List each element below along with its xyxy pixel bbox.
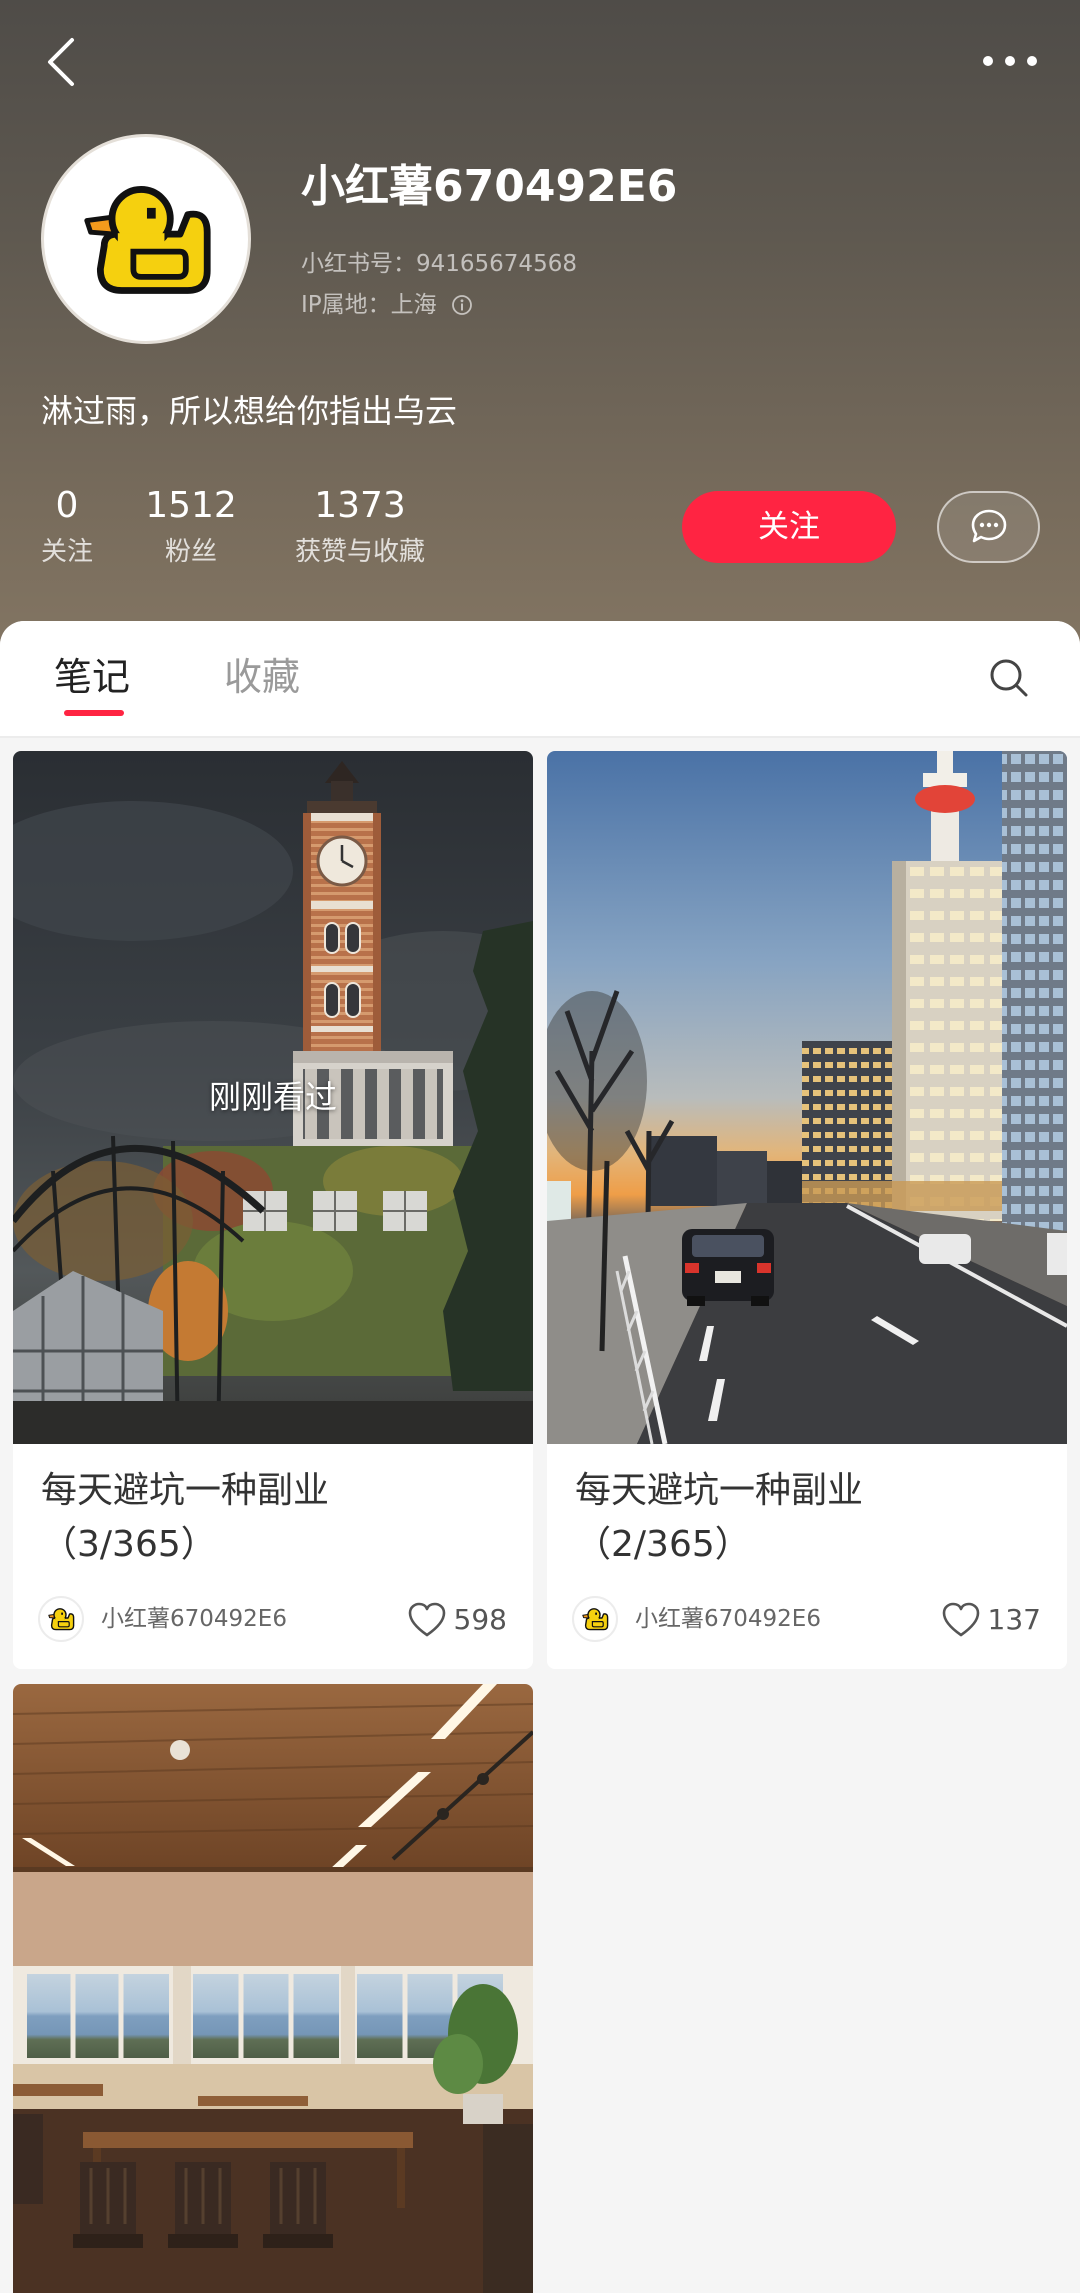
heart-icon [408, 1602, 445, 1637]
info-icon[interactable] [451, 294, 473, 316]
like-button[interactable]: 137 [942, 1600, 1041, 1640]
chevron-left-icon[interactable] [38, 32, 82, 92]
ip-location: IP属地：上海 [301, 292, 437, 318]
author-name[interactable]: 小红薯670492E6 [635, 1604, 821, 1634]
like-button[interactable]: 598 [408, 1600, 507, 1640]
follow-button[interactable]: 关注 [682, 491, 896, 563]
stat-label: 获赞与收藏 [294, 537, 425, 567]
heart-icon [942, 1602, 979, 1637]
search-icon[interactable] [986, 655, 1030, 699]
note-card[interactable] [13, 1684, 533, 2293]
ip-location-row: IP属地：上海 [301, 290, 473, 320]
tab-notes[interactable]: 笔记 [54, 651, 130, 703]
author-avatar[interactable] [38, 1596, 84, 1642]
author-avatar[interactable] [572, 1596, 618, 1642]
note-card[interactable]: 刚刚看过 每天避坑一种副业 （3/365） 小红薯670492E6 598 [13, 751, 533, 1669]
like-count: 598 [453, 1603, 507, 1636]
red-id: 小红书号：94165674568 [301, 251, 577, 277]
stat-likes-and-saves[interactable]: 1373 获赞与收藏 [275, 484, 445, 570]
note-title-line: 每天避坑一种副业 [575, 1470, 864, 1511]
chat-bubble-icon [971, 509, 1006, 543]
author-name[interactable]: 小红薯670492E6 [101, 1604, 287, 1634]
tab-collections[interactable]: 收藏 [224, 651, 300, 703]
duck-icon [40, 1598, 82, 1640]
avatar[interactable] [41, 134, 251, 344]
recently-viewed-label: 刚刚看过 [208, 1078, 337, 1116]
note-cover-image[interactable] [547, 751, 1067, 1444]
stat-value: 1512 [145, 485, 237, 526]
content-panel: 笔记 收藏 刚刚看过 每天避坑一种副业 （3/365） 小红薯670492E6 … [0, 621, 1080, 2293]
stat-following[interactable]: 0 关注 [17, 484, 117, 570]
message-button[interactable] [937, 491, 1040, 563]
username: 小红薯670492E6 [301, 161, 678, 212]
note-title: 每天避坑一种副业 （2/365） [575, 1464, 863, 1572]
profile-header: 小红薯670492E6 小红书号：94165674568 IP属地：上海 淋过雨… [0, 0, 1080, 680]
note-title-line: （2/365） [575, 1524, 751, 1565]
note-title: 每天避坑一种副业 （3/365） [41, 1464, 329, 1572]
stat-value: 0 [55, 485, 79, 526]
note-title-line: 每天避坑一种副业 [41, 1470, 330, 1511]
bio: 淋过雨，所以想给你指出乌云 [41, 392, 458, 430]
like-count: 137 [987, 1603, 1041, 1636]
stat-label: 粉丝 [164, 537, 217, 567]
stat-value: 1373 [314, 485, 406, 526]
stat-followers[interactable]: 1512 粉丝 [141, 484, 241, 570]
stat-label: 关注 [40, 537, 93, 567]
note-title-line: （3/365） [41, 1524, 217, 1565]
duck-icon [574, 1598, 616, 1640]
more-dots-icon[interactable] [976, 45, 1042, 77]
active-tab-indicator [64, 710, 124, 716]
note-card[interactable]: 每天避坑一种副业 （2/365） 小红薯670492E6 137 [547, 751, 1067, 1669]
note-cover-image[interactable] [13, 1684, 533, 2293]
tab-bar: 笔记 收藏 [0, 621, 1080, 738]
duck-icon [44, 137, 248, 341]
